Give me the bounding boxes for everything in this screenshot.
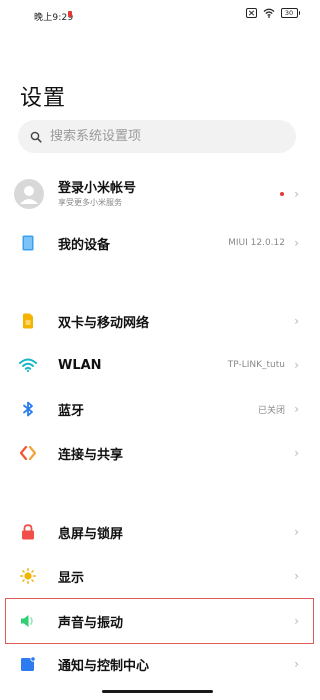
chevron-right-icon: ›: [294, 187, 299, 201]
account-subtitle: 享受更多小米服务: [58, 198, 122, 207]
chevron-right-icon: ›: [294, 402, 299, 416]
wlan-label: WLAN: [58, 357, 102, 373]
chevron-right-icon: ›: [294, 525, 299, 539]
bluetooth-value: 已关闭: [257, 405, 285, 416]
highlight-box: [5, 598, 314, 644]
chevron-right-icon: ›: [294, 446, 299, 460]
my-device-row[interactable]: 我的设备 MIUI 12.0.12 ›: [0, 222, 315, 264]
connection-sharing-label: 连接与共享: [58, 447, 124, 463]
my-device-label: 我的设备: [58, 237, 111, 253]
search-bar[interactable]: [18, 120, 296, 153]
status-bar: 晚上9:29 30: [0, 0, 315, 30]
chevron-right-icon: ›: [294, 236, 299, 250]
chevron-right-icon: ›: [294, 314, 299, 328]
search-input[interactable]: [50, 129, 270, 144]
account-row[interactable]: 登录小米帐号 享受更多小米服务 ›: [0, 172, 315, 216]
sim-card-icon: [19, 312, 37, 330]
wlan-row[interactable]: WLAN TP-LINK_tutu ›: [0, 344, 315, 386]
chevron-right-icon: ›: [294, 358, 299, 372]
lock-icon: [19, 523, 37, 541]
chevron-right-icon: ›: [294, 569, 299, 583]
wifi-status-icon: [263, 8, 275, 18]
display-row[interactable]: 显示 ›: [0, 555, 315, 597]
search-icon: [30, 131, 42, 143]
device-icon: [19, 234, 37, 252]
sun-icon: [19, 567, 37, 585]
screen-lock-label: 息屏与锁屏: [58, 526, 124, 542]
screen-lock-row[interactable]: 息屏与锁屏 ›: [0, 511, 315, 553]
status-icons: 30: [245, 8, 300, 18]
display-label: 显示: [58, 570, 85, 586]
notification-control-center-row[interactable]: 通知与控制中心 ›: [0, 643, 315, 685]
home-indicator[interactable]: [102, 690, 213, 693]
sim-mobile-network-row[interactable]: 双卡与移动网络 ›: [0, 300, 315, 342]
wifi-icon: [19, 356, 37, 374]
battery-icon: 30: [280, 8, 300, 18]
bluetooth-icon: [19, 400, 37, 418]
sim-off-icon: [245, 8, 257, 18]
chevron-right-icon: ›: [294, 657, 299, 671]
battery-level: 30: [280, 8, 298, 18]
account-notification-dot: [280, 192, 284, 196]
notification-icon: [19, 655, 37, 673]
connection-sharing-row[interactable]: 连接与共享 ›: [0, 432, 315, 474]
bluetooth-label: 蓝牙: [58, 403, 85, 419]
sim-mobile-network-label: 双卡与移动网络: [58, 315, 150, 331]
bluetooth-row[interactable]: 蓝牙 已关闭 ›: [0, 388, 315, 430]
notification-control-center-label: 通知与控制中心: [58, 658, 150, 674]
connection-sharing-icon: [19, 444, 37, 462]
my-device-value: MIUI 12.0.12: [228, 238, 285, 248]
account-title: 登录小米帐号: [58, 181, 137, 196]
recording-indicator-icon: [68, 11, 72, 17]
wlan-value: TP-LINK_tutu: [227, 360, 285, 370]
page-title: 设置: [20, 86, 67, 111]
avatar: [14, 179, 44, 209]
